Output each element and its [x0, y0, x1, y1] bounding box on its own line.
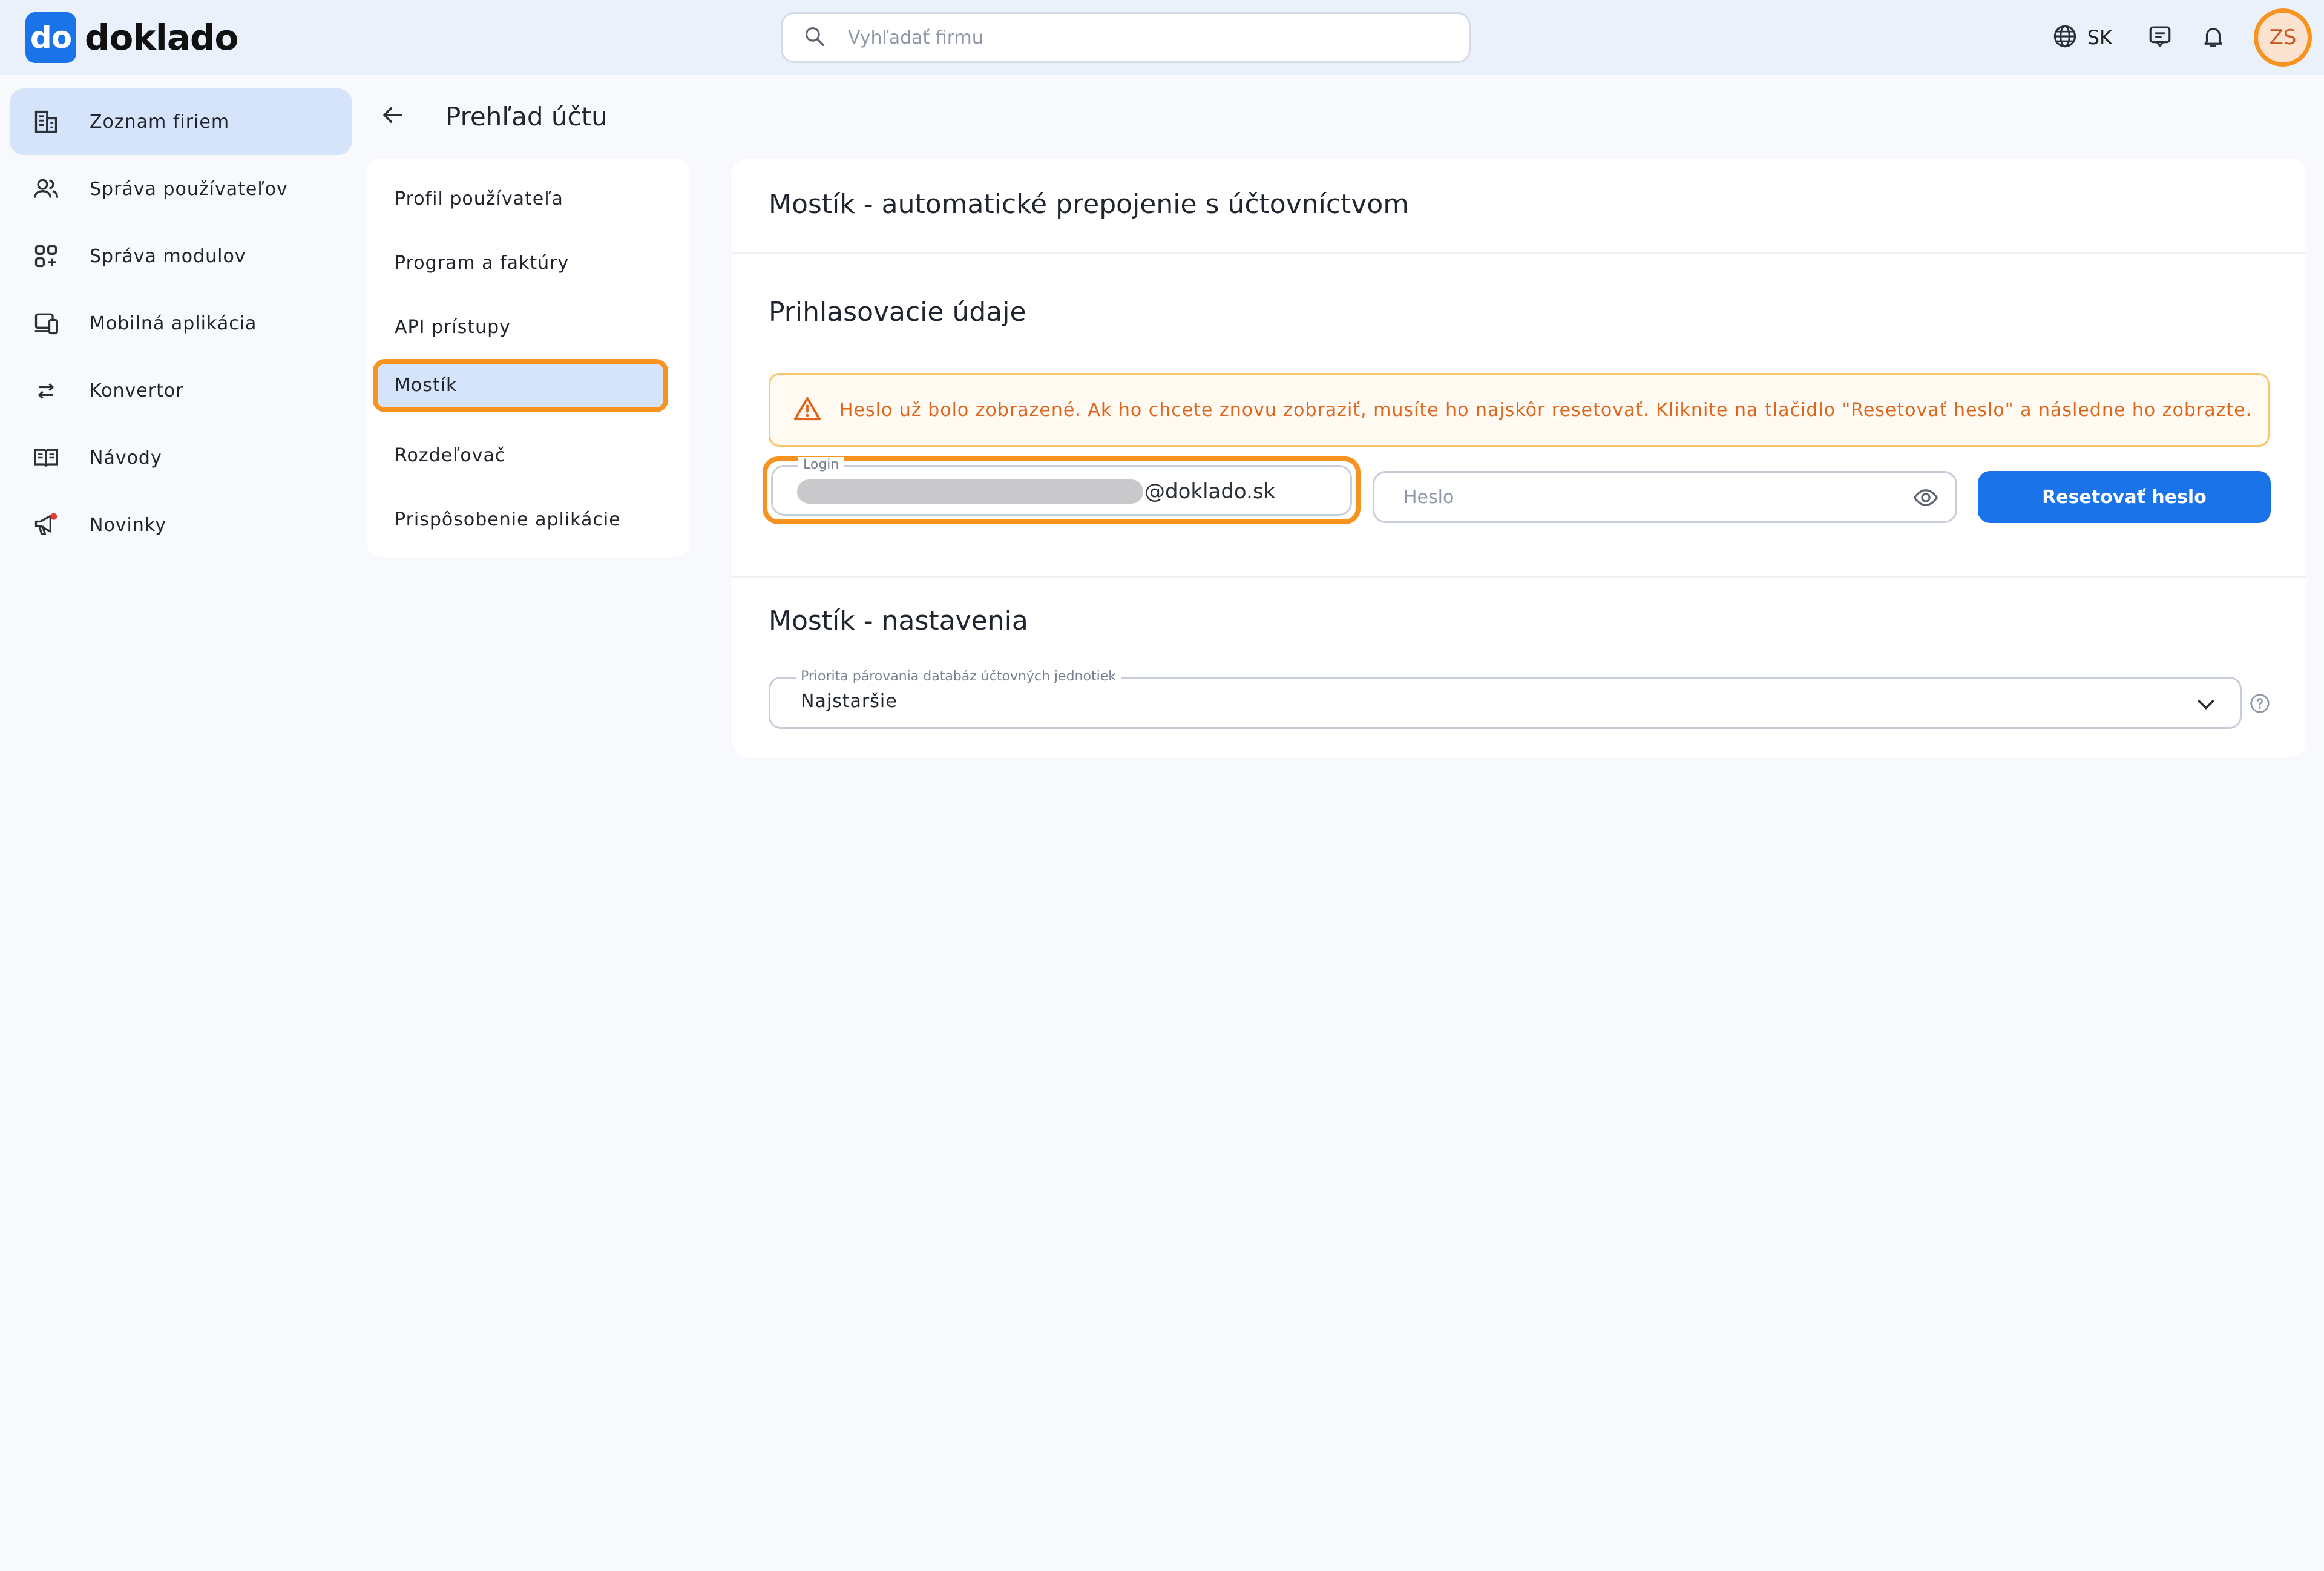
login-domain: @doklado.sk	[1144, 479, 1276, 504]
submenu-item-profil[interactable]: Profil používateľa	[373, 173, 668, 226]
warning-alert: Heslo už bolo zobrazené. Ak ho chcete zn…	[769, 373, 2270, 447]
priority-label: Priorita párovania databáz účtovných jed…	[796, 669, 1121, 684]
submenu-item-program-faktury[interactable]: Program a faktúry	[373, 237, 668, 290]
sidebar-item-konvertor[interactable]: Konvertor	[10, 357, 352, 424]
divider	[732, 252, 2306, 254]
top-bar: do doklado SK ZS	[0, 0, 2324, 75]
book-icon	[29, 441, 63, 475]
card-title: Mostík - automatické prepojenie s účtovn…	[769, 189, 1410, 220]
warning-triangle-icon	[793, 396, 821, 424]
search-input[interactable]	[847, 26, 1440, 49]
mobile-app-icon	[29, 306, 63, 340]
sidebar-item-label: Konvertor	[90, 380, 184, 401]
sidebar-item-sprava-pouzivatelov[interactable]: Správa používateľov	[10, 156, 352, 222]
redacted-username	[797, 479, 1143, 504]
warning-text: Heslo už bolo zobrazené. Ak ho chcete zn…	[839, 399, 2253, 421]
divider	[732, 576, 2306, 578]
language-code: SK	[2087, 26, 2112, 49]
chat-icon	[2147, 24, 2173, 51]
eye-icon[interactable]	[1912, 485, 1940, 513]
users-icon	[29, 172, 63, 206]
chat-button[interactable]	[2147, 24, 2173, 51]
language-switcher[interactable]: SK	[2052, 24, 2112, 51]
login-value: @doklado.sk	[797, 478, 1275, 506]
priority-value: Najstaršie	[801, 691, 898, 712]
header-actions: SK ZS	[2052, 8, 2312, 67]
sidebar: Zoznam firiem Správa používateľov Správa…	[10, 88, 352, 559]
sidebar-item-label: Novinky	[90, 514, 166, 536]
chevron-down-icon	[2194, 692, 2218, 719]
settings-title: Mostík - nastavenia	[769, 605, 1028, 636]
logo-text: doklado	[85, 17, 238, 58]
logo-badge: do	[25, 12, 76, 63]
sidebar-item-zoznam-firiem[interactable]: Zoznam firiem	[10, 88, 352, 155]
credentials-title: Prihlasovacie údaje	[769, 297, 1026, 328]
bell-icon	[2201, 24, 2226, 51]
megaphone-icon	[29, 508, 63, 542]
submenu-item-prisposobenie[interactable]: Prispôsobenie aplikácie	[373, 493, 668, 547]
submenu-item-api[interactable]: API prístupy	[373, 301, 668, 354]
logo[interactable]: do doklado	[25, 12, 238, 63]
sidebar-item-label: Mobilná aplikácia	[90, 312, 257, 334]
priority-select[interactable]: Priorita párovania databáz účtovných jed…	[769, 669, 2242, 729]
page-title: Prehľad účtu	[445, 102, 608, 131]
login-field[interactable]: Login @doklado.sk	[771, 457, 1352, 516]
account-submenu: Profil používateľa Program a faktúry API…	[367, 159, 690, 557]
buildings-icon	[29, 105, 63, 139]
sidebar-item-navody[interactable]: Návody	[10, 424, 352, 491]
search-box[interactable]	[781, 12, 1471, 63]
modules-icon	[29, 239, 63, 273]
sidebar-item-label: Správa používateľov	[90, 178, 288, 200]
convert-arrows-icon	[29, 374, 63, 407]
help-icon[interactable]	[2249, 693, 2271, 717]
submenu-item-rozdelovac[interactable]: Rozdeľovač	[373, 429, 668, 482]
submenu-item-mostik[interactable]: Mostík	[373, 359, 668, 412]
notifications-button[interactable]	[2201, 24, 2226, 51]
password-field[interactable]	[1373, 471, 1957, 523]
sidebar-item-label: Správa modulov	[90, 245, 246, 267]
password-input[interactable]	[1402, 486, 1899, 509]
mostik-card: Mostík - automatické prepojenie s účtovn…	[732, 159, 2306, 757]
login-label: Login	[798, 457, 844, 472]
sidebar-item-sprava-modulov[interactable]: Správa modulov	[10, 223, 352, 289]
sidebar-item-label: Zoznam firiem	[90, 111, 230, 133]
user-avatar[interactable]: ZS	[2254, 8, 2312, 67]
sidebar-item-mobilna-aplikacia[interactable]: Mobilná aplikácia	[10, 290, 352, 357]
sidebar-item-label: Návody	[90, 447, 162, 469]
sidebar-item-novinky[interactable]: Novinky	[10, 492, 352, 558]
globe-icon	[2052, 24, 2078, 51]
arrow-left-icon	[379, 107, 405, 131]
login-field-highlight: Login @doklado.sk	[763, 456, 1361, 524]
search-icon	[803, 25, 826, 50]
back-button[interactable]	[379, 102, 405, 131]
reset-password-button[interactable]: Resetovať heslo	[1978, 471, 2271, 523]
